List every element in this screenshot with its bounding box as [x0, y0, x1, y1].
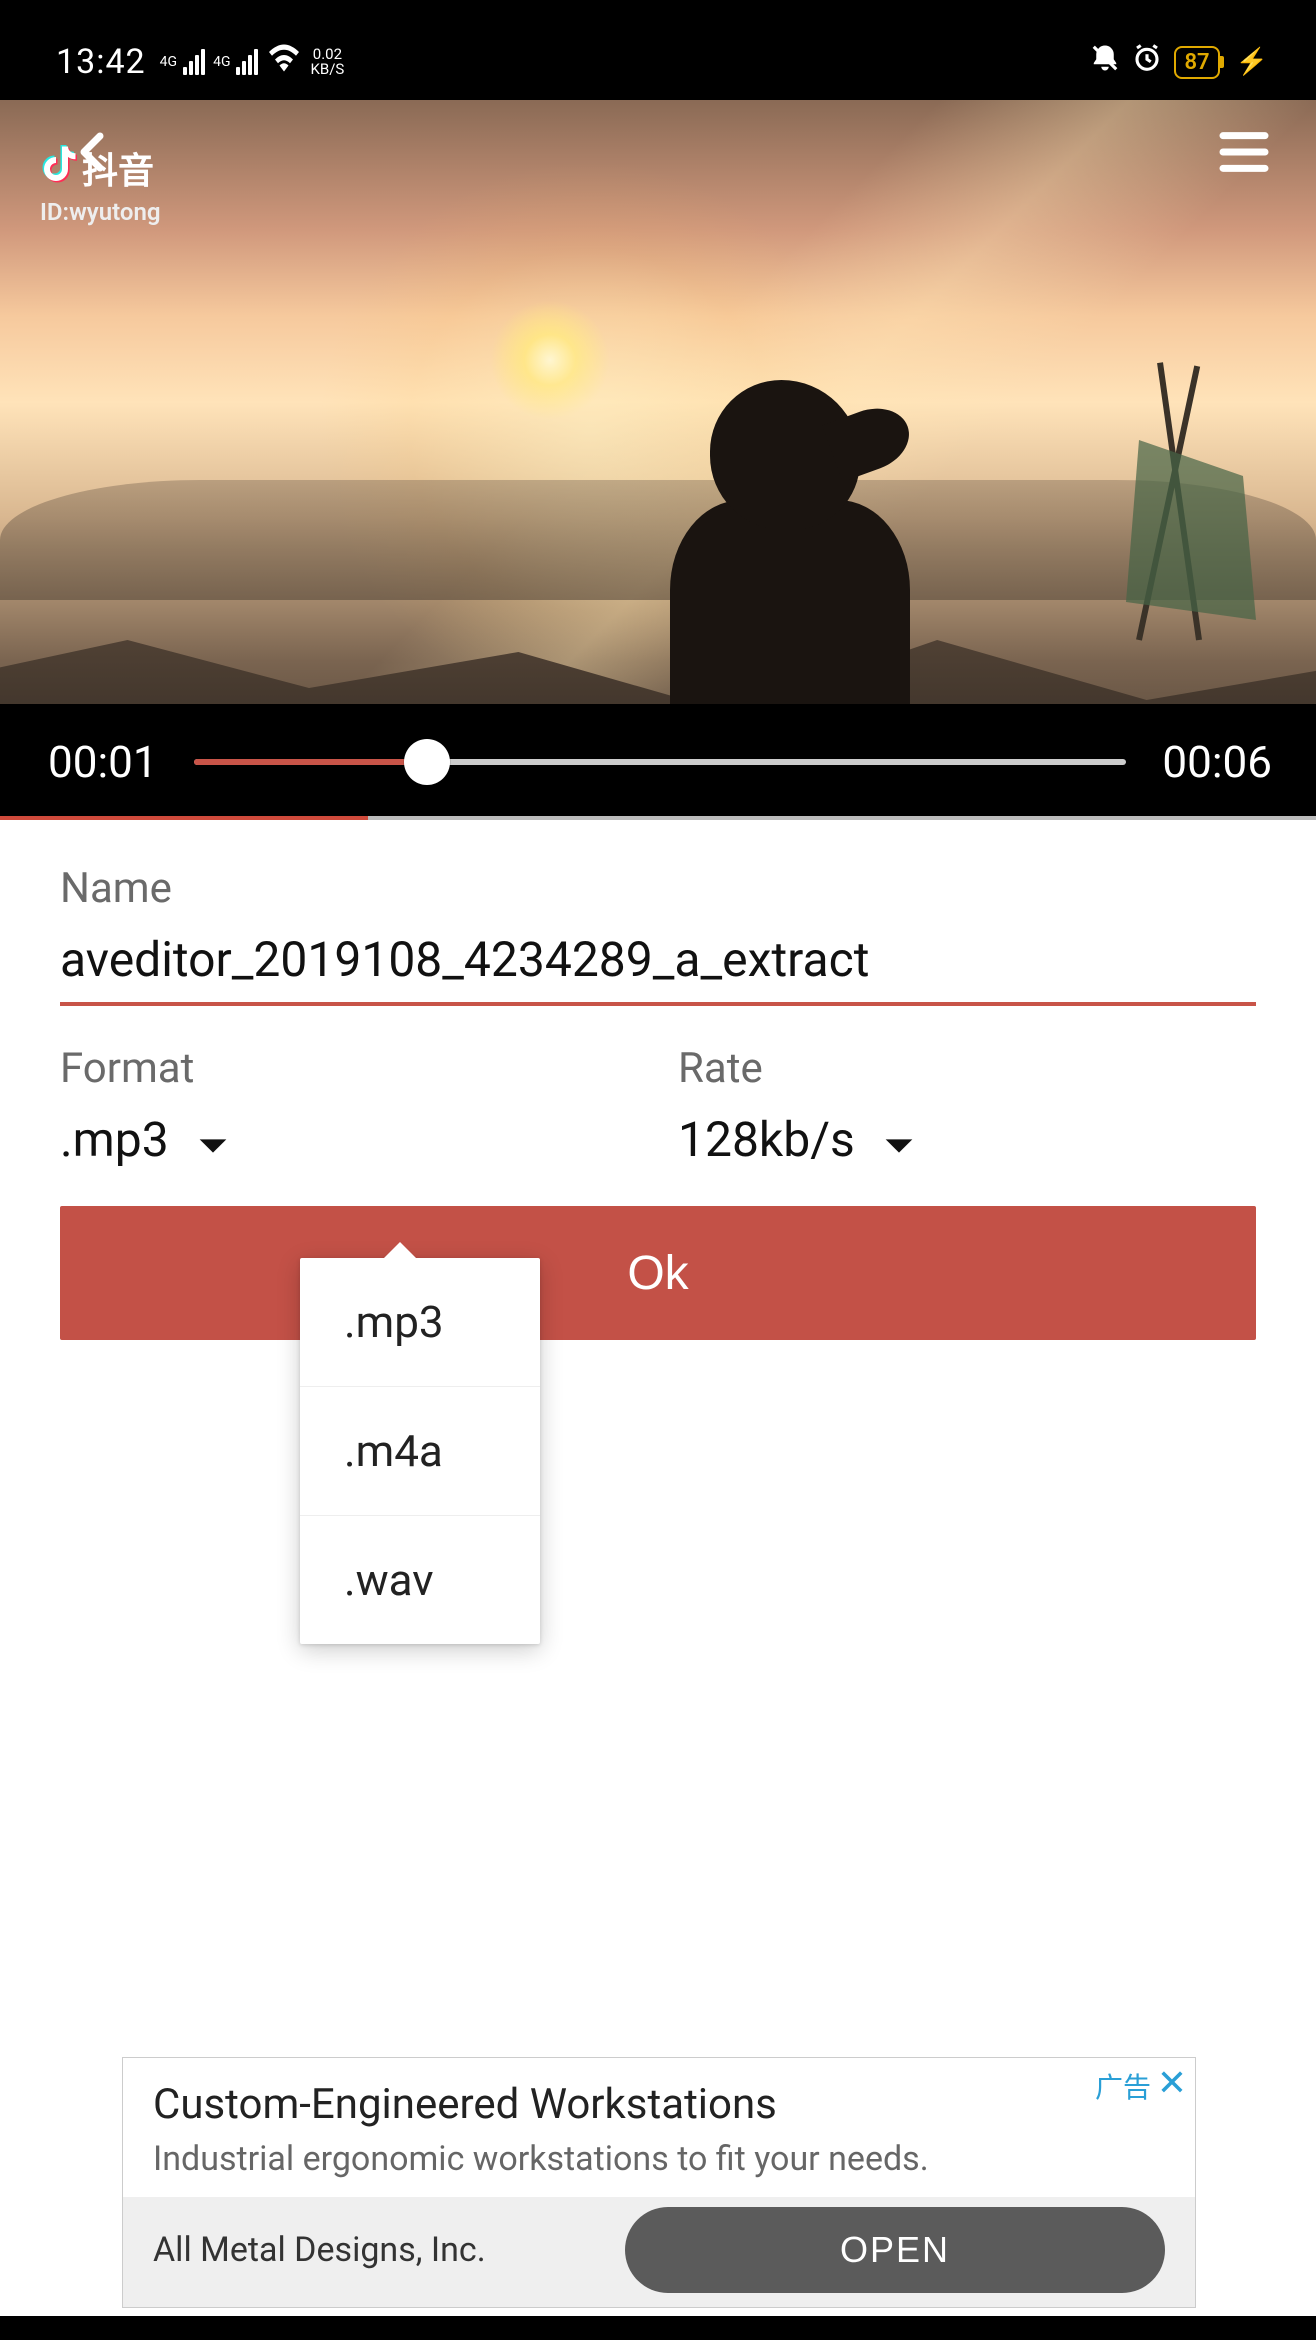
loading-progress: [0, 816, 1316, 820]
ad-close-icon[interactable]: ✕: [1157, 2062, 1187, 2104]
mute-icon: [1090, 43, 1120, 81]
status-bar: 13:42 4G 4G 0.02 KB/S 8: [0, 24, 1316, 100]
video-controls: 00:01 00:06: [0, 704, 1316, 820]
signal-icon-1: [183, 49, 205, 75]
charging-icon: ⚡: [1236, 47, 1268, 77]
ad-badge: 广告: [1095, 2066, 1151, 2106]
ad-open-button[interactable]: OPEN: [625, 2207, 1165, 2293]
status-time: 13:42: [56, 42, 146, 82]
douyin-user-id: ID:wyutong: [40, 198, 161, 226]
network-4g-label-2: 4G: [213, 55, 230, 69]
signal-icon-2: [236, 49, 258, 75]
ad-banner[interactable]: Custom-Engineered Workstations Industria…: [122, 2057, 1196, 2308]
wifi-icon: [266, 44, 302, 80]
time-total: 00:06: [1162, 736, 1272, 788]
back-icon[interactable]: [70, 128, 118, 180]
chevron-down-icon: [883, 1111, 915, 1168]
rate-select[interactable]: 128kb/s: [678, 1111, 1256, 1168]
rate-label: Rate: [678, 1044, 1256, 1093]
time-elapsed: 00:01: [48, 736, 158, 788]
seek-thumb[interactable]: [404, 739, 450, 785]
format-option-m4a[interactable]: .m4a: [300, 1387, 540, 1516]
ad-subtitle: Industrial ergonomic workstations to fit…: [153, 2139, 1165, 2179]
seek-slider[interactable]: [194, 759, 1127, 765]
chevron-down-icon: [197, 1111, 229, 1168]
name-label: Name: [60, 864, 1256, 913]
menu-icon[interactable]: [1216, 124, 1272, 184]
format-dropdown: .mp3 .m4a .wav: [300, 1258, 540, 1644]
ad-title: Custom-Engineered Workstations: [153, 2080, 1165, 2129]
format-select[interactable]: .mp3: [60, 1111, 638, 1168]
video-preview[interactable]: 抖音 ID:wyutong 00:01 00:06: [0, 100, 1316, 820]
network-4g-label-1: 4G: [160, 55, 177, 69]
ok-button[interactable]: Ok: [60, 1206, 1256, 1340]
format-label: Format: [60, 1044, 638, 1093]
ad-company: All Metal Designs, Inc.: [153, 2230, 486, 2270]
alarm-icon: [1132, 43, 1162, 81]
rate-value: 128kb/s: [678, 1111, 855, 1168]
name-input[interactable]: [60, 931, 1256, 988]
format-option-mp3[interactable]: .mp3: [300, 1258, 540, 1387]
data-speed-label: 0.02 KB/S: [310, 47, 344, 77]
battery-level: 87: [1174, 46, 1219, 79]
format-value: .mp3: [60, 1111, 169, 1168]
format-option-wav[interactable]: .wav: [300, 1516, 540, 1644]
